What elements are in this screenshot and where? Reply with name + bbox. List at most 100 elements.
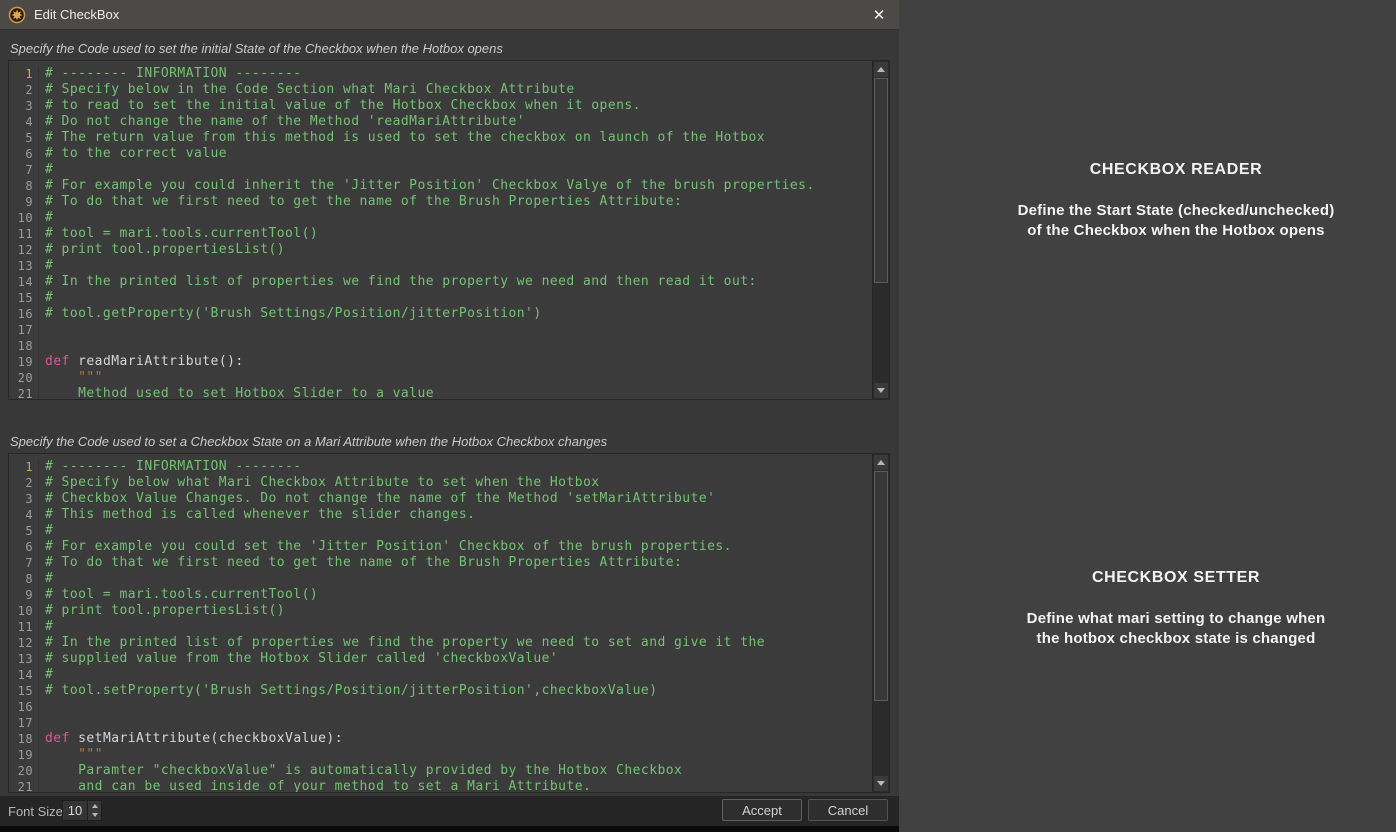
mari-logo-icon	[8, 6, 26, 24]
code-text: # To do that we first need to get the na…	[39, 555, 682, 571]
code-line: 1# -------- INFORMATION --------	[9, 66, 872, 82]
code-text: # In the printed list of properties we f…	[39, 274, 757, 290]
dialog-titlebar[interactable]: Edit CheckBox ✕	[0, 0, 899, 30]
setter-scrollbar[interactable]	[872, 454, 889, 792]
reader-scrollbar[interactable]	[872, 61, 889, 399]
line-number: 7	[9, 555, 39, 571]
line-number: 2	[9, 475, 39, 491]
code-line: 6# For example you could set the 'Jitter…	[9, 539, 872, 555]
setter-code-lines[interactable]: 1# -------- INFORMATION --------2# Speci…	[9, 454, 872, 792]
line-number: 21	[9, 779, 39, 792]
hotbox-background-panel: CHECKBOX READER Define the Start State (…	[899, 0, 1396, 832]
code-line: 8#	[9, 571, 872, 587]
line-number: 14	[9, 667, 39, 683]
spinner-up-button[interactable]	[88, 801, 101, 811]
code-text: # The return value from this method is u…	[39, 130, 765, 146]
close-icon[interactable]: ✕	[868, 5, 890, 25]
line-number: 21	[9, 386, 39, 399]
line-number: 6	[9, 539, 39, 555]
line-number: 5	[9, 130, 39, 146]
line-number: 9	[9, 194, 39, 210]
font-size-value[interactable]: 10	[63, 801, 87, 820]
line-number: 15	[9, 683, 39, 699]
code-text: # to the correct value	[39, 146, 227, 162]
font-size-spinner[interactable]: 10	[62, 800, 102, 821]
accept-button[interactable]: Accept	[722, 799, 802, 821]
code-text: Method used to set Hotbox Slider to a va…	[39, 386, 434, 399]
line-number: 10	[9, 603, 39, 619]
reader-code-editor[interactable]: 1# -------- INFORMATION --------2# Speci…	[8, 60, 890, 400]
code-text: # tool = mari.tools.currentTool()	[39, 587, 318, 603]
code-line: 8# For example you could inherit the 'Ji…	[9, 178, 872, 194]
triangle-up-icon	[877, 67, 885, 72]
reader-description-line2: of the Checkbox when the Hotbox opens	[899, 221, 1396, 241]
code-line: 19def readMariAttribute():	[9, 354, 872, 370]
triangle-down-icon	[92, 813, 98, 817]
code-text: #	[39, 667, 53, 683]
code-line: 16# tool.getProperty('Brush Settings/Pos…	[9, 306, 872, 322]
code-line: 20 """	[9, 370, 872, 386]
scroll-up-button[interactable]	[874, 62, 888, 77]
code-line: 3# Checkbox Value Changes. Do not change…	[9, 491, 872, 507]
line-number: 5	[9, 523, 39, 539]
code-line: 17	[9, 322, 872, 338]
setter-code-editor[interactable]: 1# -------- INFORMATION --------2# Speci…	[8, 453, 890, 793]
line-number: 8	[9, 571, 39, 587]
line-number: 7	[9, 162, 39, 178]
code-line: 3# to read to set the initial value of t…	[9, 98, 872, 114]
cancel-button[interactable]: Cancel	[808, 799, 888, 821]
code-line: 12# print tool.propertiesList()	[9, 242, 872, 258]
line-number: 9	[9, 587, 39, 603]
code-line: 4# This method is called whenever the sl…	[9, 507, 872, 523]
line-number: 14	[9, 274, 39, 290]
scrollbar-thumb[interactable]	[874, 78, 888, 283]
line-number: 17	[9, 322, 39, 338]
scrollbar-thumb[interactable]	[874, 471, 888, 701]
line-number: 11	[9, 619, 39, 635]
scroll-down-button[interactable]	[874, 383, 888, 398]
line-number: 8	[9, 178, 39, 194]
code-line: 5#	[9, 523, 872, 539]
code-line: 2# Specify below what Mari Checkbox Attr…	[9, 475, 872, 491]
edit-checkbox-dialog: Edit CheckBox ✕ Specify the Code used to…	[0, 0, 899, 832]
code-text: # For example you could set the 'Jitter …	[39, 539, 732, 555]
scroll-up-button[interactable]	[874, 455, 888, 470]
checkbox-setter-description: Define what mari setting to change when …	[899, 609, 1396, 649]
checkbox-reader-description: Define the Start State (checked/unchecke…	[899, 201, 1396, 241]
line-number: 1	[9, 459, 39, 475]
code-line: 21 and can be used inside of your method…	[9, 779, 872, 792]
dialog-footer: Font Size 10 Accept Cancel	[0, 796, 899, 826]
line-number: 1	[9, 66, 39, 82]
line-number: 15	[9, 290, 39, 306]
line-number: 20	[9, 370, 39, 386]
triangle-down-icon	[877, 388, 885, 393]
code-text: #	[39, 258, 53, 274]
line-number: 10	[9, 210, 39, 226]
dialog-title: Edit CheckBox	[34, 7, 119, 22]
dialog-bottom-edge	[0, 826, 899, 832]
reader-section-label: Specify the Code used to set the initial…	[10, 41, 503, 56]
code-line: 2# Specify below in the Code Section wha…	[9, 82, 872, 98]
code-line: 12# In the printed list of properties we…	[9, 635, 872, 651]
code-text: # supplied value from the Hotbox Slider …	[39, 651, 558, 667]
line-number: 3	[9, 98, 39, 114]
code-line: 18	[9, 338, 872, 354]
triangle-up-icon	[877, 460, 885, 465]
reader-code-lines[interactable]: 1# -------- INFORMATION --------2# Speci…	[9, 61, 872, 399]
code-line: 17	[9, 715, 872, 731]
spinner-down-button[interactable]	[88, 811, 101, 821]
code-line: 16	[9, 699, 872, 715]
code-text: # tool.getProperty('Brush Settings/Posit…	[39, 306, 542, 322]
code-line: 14# In the printed list of properties we…	[9, 274, 872, 290]
code-line: 18def setMariAttribute(checkboxValue):	[9, 731, 872, 747]
line-number: 12	[9, 242, 39, 258]
code-text	[39, 715, 45, 731]
code-text: def setMariAttribute(checkboxValue):	[39, 731, 343, 747]
code-text: # tool.setProperty('Brush Settings/Posit…	[39, 683, 657, 699]
code-text: Paramter "checkboxValue" is automaticall…	[39, 763, 682, 779]
code-text: """	[39, 747, 103, 763]
code-text: """	[39, 370, 103, 386]
scroll-down-button[interactable]	[874, 776, 888, 791]
line-number: 12	[9, 635, 39, 651]
code-text: # In the printed list of properties we f…	[39, 635, 765, 651]
